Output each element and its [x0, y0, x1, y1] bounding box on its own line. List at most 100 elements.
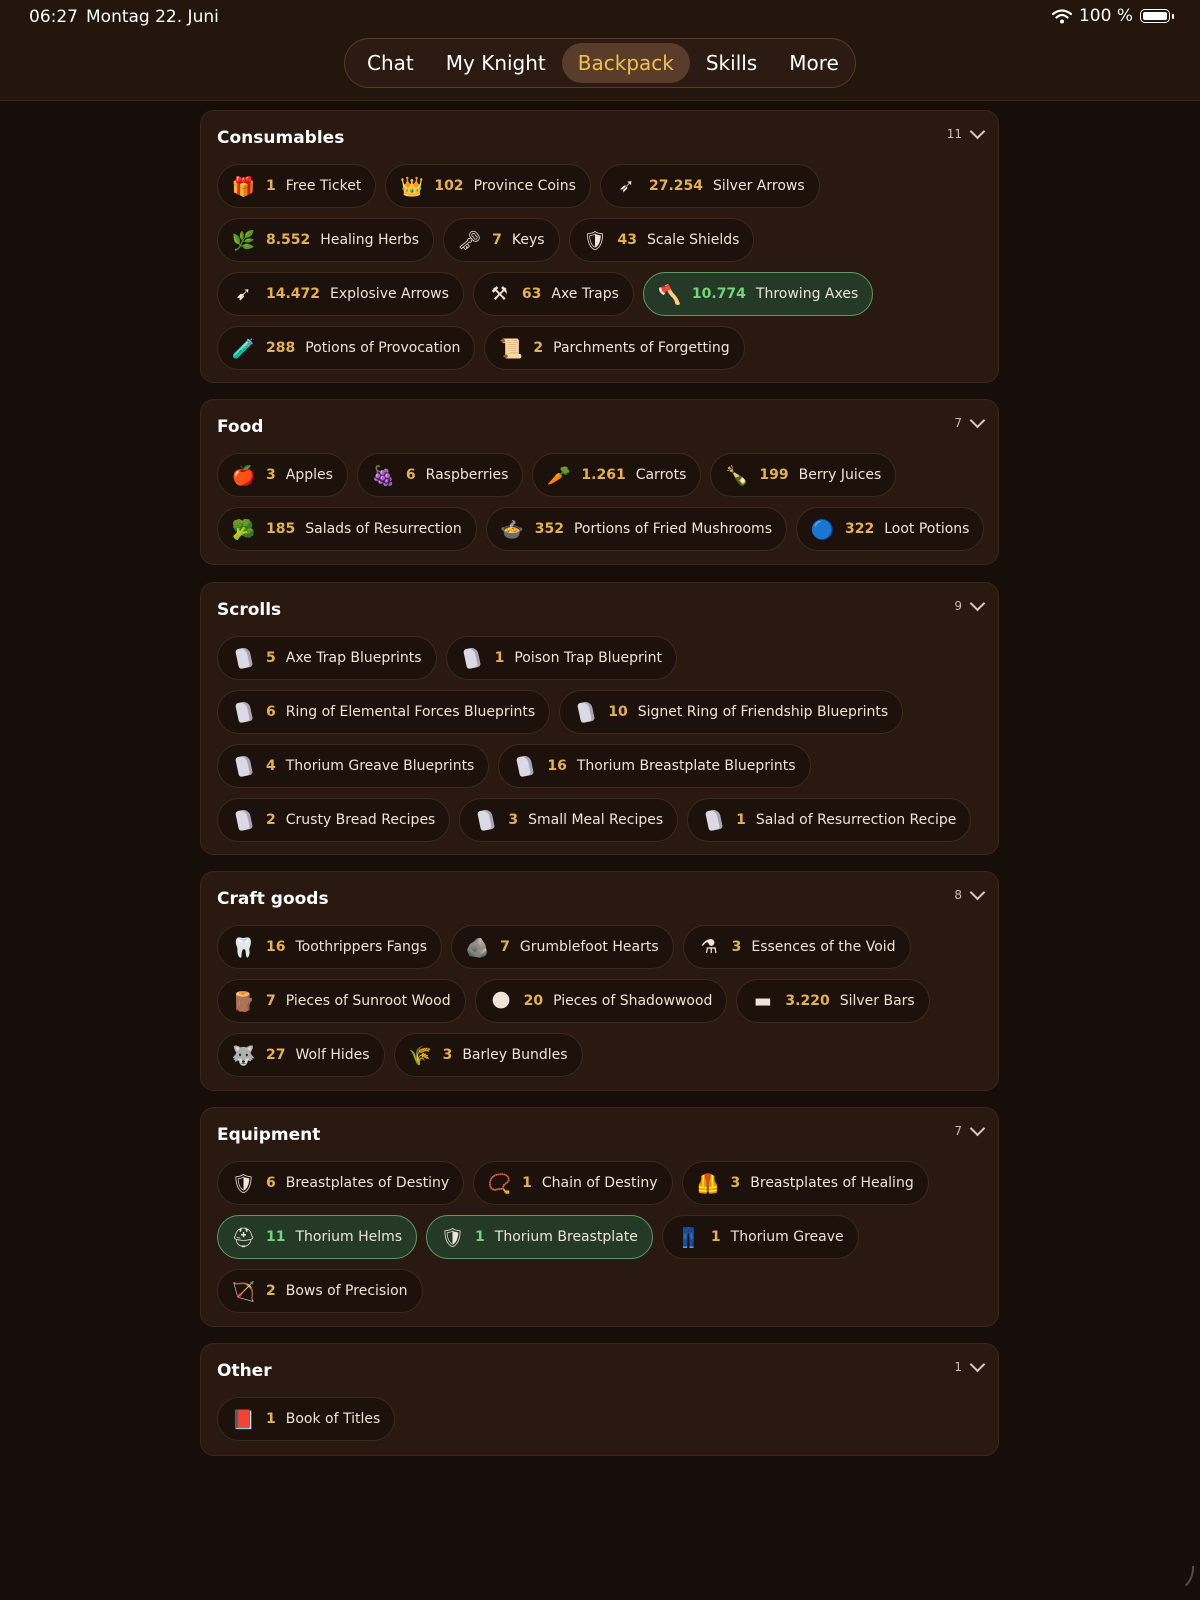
item-chip[interactable]: 🎁 1 Free Ticket [217, 164, 377, 208]
item-name: Breastplates of Destiny [285, 1175, 450, 1191]
item-chip[interactable]: 1 Poison Trap Blueprint [445, 636, 677, 680]
item-chip[interactable]: 🍇 6 Raspberries [356, 453, 524, 497]
item-chip[interactable]: 🏹 2 Bows of Precision [217, 1269, 423, 1313]
item-chip[interactable]: 🍎 3 Apples [217, 453, 348, 497]
item-quantity: 2 [266, 812, 276, 828]
item-chip[interactable]: 🛡 6 Breastplates of Destiny [217, 1161, 465, 1205]
scroll-icon [459, 645, 486, 672]
item-chip[interactable]: 3 Small Meal Recipes [459, 798, 679, 842]
item-chip[interactable]: 🪵 7 Pieces of Sunroot Wood [217, 979, 466, 1023]
item-name: Salads of Resurrection [305, 521, 462, 537]
item-name: Raspberries [425, 467, 509, 483]
item-chip[interactable]: 4 Thorium Greave Blueprints [217, 744, 490, 788]
item-quantity: 6 [266, 704, 276, 720]
item-name: Throwing Axes [755, 286, 859, 302]
item-chip[interactable]: 📜 2 Parchments of Forgetting [484, 326, 745, 370]
status-date: Montag 22. Juni [86, 7, 219, 27]
item-name: Silver Bars [839, 993, 915, 1009]
item-chip[interactable]: 16 Thorium Breastplate Blueprints [498, 744, 811, 788]
item-chip[interactable]: 👑 102 Province Coins [385, 164, 591, 208]
item-chip[interactable]: 🥦 185 Salads of Resurrection [217, 507, 477, 551]
item-chip[interactable]: 🛡 43 Scale Shields [568, 218, 755, 262]
item-chip[interactable]: 🐺 27 Wolf Hides [217, 1033, 385, 1077]
item-chip[interactable]: 🍲 352 Portions of Fried Mushrooms [485, 507, 787, 551]
item-chip[interactable]: 1 Salad of Resurrection Recipe [687, 798, 972, 842]
item-chip[interactable]: ➹ 14.472 Explosive Arrows [217, 272, 464, 316]
item-quantity: 1 [266, 178, 276, 194]
item-chip[interactable]: 🛡 1 Thorium Breastplate [426, 1215, 653, 1259]
item-chip[interactable]: 5 Axe Trap Blueprints [217, 636, 437, 680]
section-title: Scrolls [217, 600, 282, 620]
item-chip[interactable]: 🦷 16 Toothrippers Fangs [217, 925, 443, 969]
section-collapse-toggle[interactable]: 11 [946, 123, 986, 141]
tab-skills[interactable]: Skills [690, 43, 773, 83]
item-quantity: 3 [508, 812, 519, 828]
item-chip[interactable]: 🥕 1.261 Carrots [532, 453, 702, 497]
coin-icon: 👑 [399, 175, 424, 198]
item-name: Grumblefoot Hearts [519, 939, 659, 955]
item-chip[interactable]: 🌑 20 Pieces of Shadowwood [474, 979, 728, 1023]
explosive-arrow-icon: ➹ [235, 283, 252, 305]
axe-icon: 🪓 [657, 283, 682, 306]
item-quantity: 3 [731, 939, 742, 955]
item-chip[interactable]: 2 Crusty Bread Recipes [217, 798, 451, 842]
breastplate-icon: 🛡 [231, 1172, 256, 1195]
item-quantity: 63 [521, 286, 542, 302]
item-chip[interactable]: ▬ 3.220 Silver Bars [736, 979, 930, 1023]
section-craft-goods: Craft goods 8 🦷 16 Toothrippers Fangs 🪨 7 Grumb… [200, 871, 999, 1091]
item-name: Barley Bundles [462, 1047, 568, 1063]
item-name: Potions of Provocation [305, 340, 461, 356]
item-name: Axe Trap Blueprints [285, 650, 422, 666]
tab-more[interactable]: More [773, 43, 855, 83]
item-chip[interactable]: 🌿 8.552 Healing Herbs [217, 218, 435, 262]
item-chip[interactable]: 👖 1 Thorium Greave [661, 1215, 859, 1259]
item-chip[interactable]: ⛑ 11 Thorium Helms [217, 1215, 418, 1259]
item-chip[interactable]: 6 Ring of Elemental Forces Blueprints [217, 690, 551, 734]
section-collapse-toggle[interactable]: 7 [954, 1120, 986, 1138]
section-collapse-toggle[interactable]: 7 [954, 412, 986, 430]
item-list: 🛡 6 Breastplates of Destiny 📿 1 Chain of Dest… [217, 1161, 987, 1313]
item-name: Explosive Arrows [330, 286, 449, 302]
section-item-count: 11 [946, 127, 962, 141]
item-chip[interactable]: 🧪 288 Potions of Provocation [217, 326, 476, 370]
item-chip[interactable]: 🦺 3 Breastplates of Healing [681, 1161, 929, 1205]
scroll-icon [572, 699, 599, 726]
healing-breastplate-icon: 🦺 [696, 1172, 720, 1195]
book-icon: 📕 [231, 1408, 256, 1431]
item-quantity: 3 [266, 467, 276, 483]
item-name: Carrots [635, 467, 687, 483]
item-chip[interactable]: 🪨 7 Grumblefoot Hearts [451, 925, 674, 969]
item-chip[interactable]: 🪓 10.774 Throwing Axes [642, 272, 874, 316]
item-chip[interactable]: 📕 1 Book of Titles [217, 1397, 396, 1441]
item-list: 📕 1 Book of Titles [217, 1397, 987, 1441]
item-chip[interactable]: 🌾 3 Barley Bundles [393, 1033, 583, 1077]
item-quantity: 1 [522, 1175, 532, 1191]
item-name: Book of Titles [285, 1411, 381, 1427]
item-chip[interactable]: ⚒ 63 Axe Traps [472, 272, 634, 316]
tab-backpack[interactable]: Backpack [561, 43, 690, 83]
item-chip[interactable]: 🗝 7 Keys [443, 218, 560, 262]
item-quantity: 43 [617, 232, 638, 248]
item-chip[interactable]: ➶ 27.254 Silver Arrows [599, 164, 820, 208]
item-quantity: 288 [266, 340, 296, 356]
section-collapse-toggle[interactable]: 1 [954, 1356, 986, 1374]
item-chip[interactable]: ⚗ 3 Essences of the Void [682, 925, 911, 969]
section-title: Food [217, 417, 264, 437]
item-chip[interactable]: 📿 1 Chain of Destiny [473, 1161, 673, 1205]
section-consumables: Consumables 11 🎁 1 Free Ticket 👑 102 Province C… [200, 110, 999, 383]
item-chip[interactable]: 🔵 322 Loot Potions [795, 507, 985, 551]
section-collapse-toggle[interactable]: 9 [954, 595, 986, 613]
item-chip[interactable]: 🍾 199 Berry Juices [710, 453, 897, 497]
tab-my-knight[interactable]: My Knight [430, 43, 562, 83]
shield-icon: 🛡 [582, 229, 608, 252]
item-quantity: 14.472 [266, 286, 321, 302]
item-name: Portions of Fried Mushrooms [573, 521, 772, 537]
item-chip[interactable]: 10 Signet Ring of Friendship Blueprints [559, 690, 904, 734]
section-collapse-toggle[interactable]: 8 [954, 884, 986, 902]
item-quantity: 2 [533, 340, 544, 356]
item-quantity: 7 [266, 993, 276, 1009]
item-quantity: 16 [266, 939, 286, 955]
section-equipment: Equipment 7 🛡 6 Breastplates of Destiny 📿 1 Cha… [200, 1107, 999, 1327]
item-quantity: 322 [844, 521, 875, 537]
tab-chat[interactable]: Chat [351, 43, 430, 83]
